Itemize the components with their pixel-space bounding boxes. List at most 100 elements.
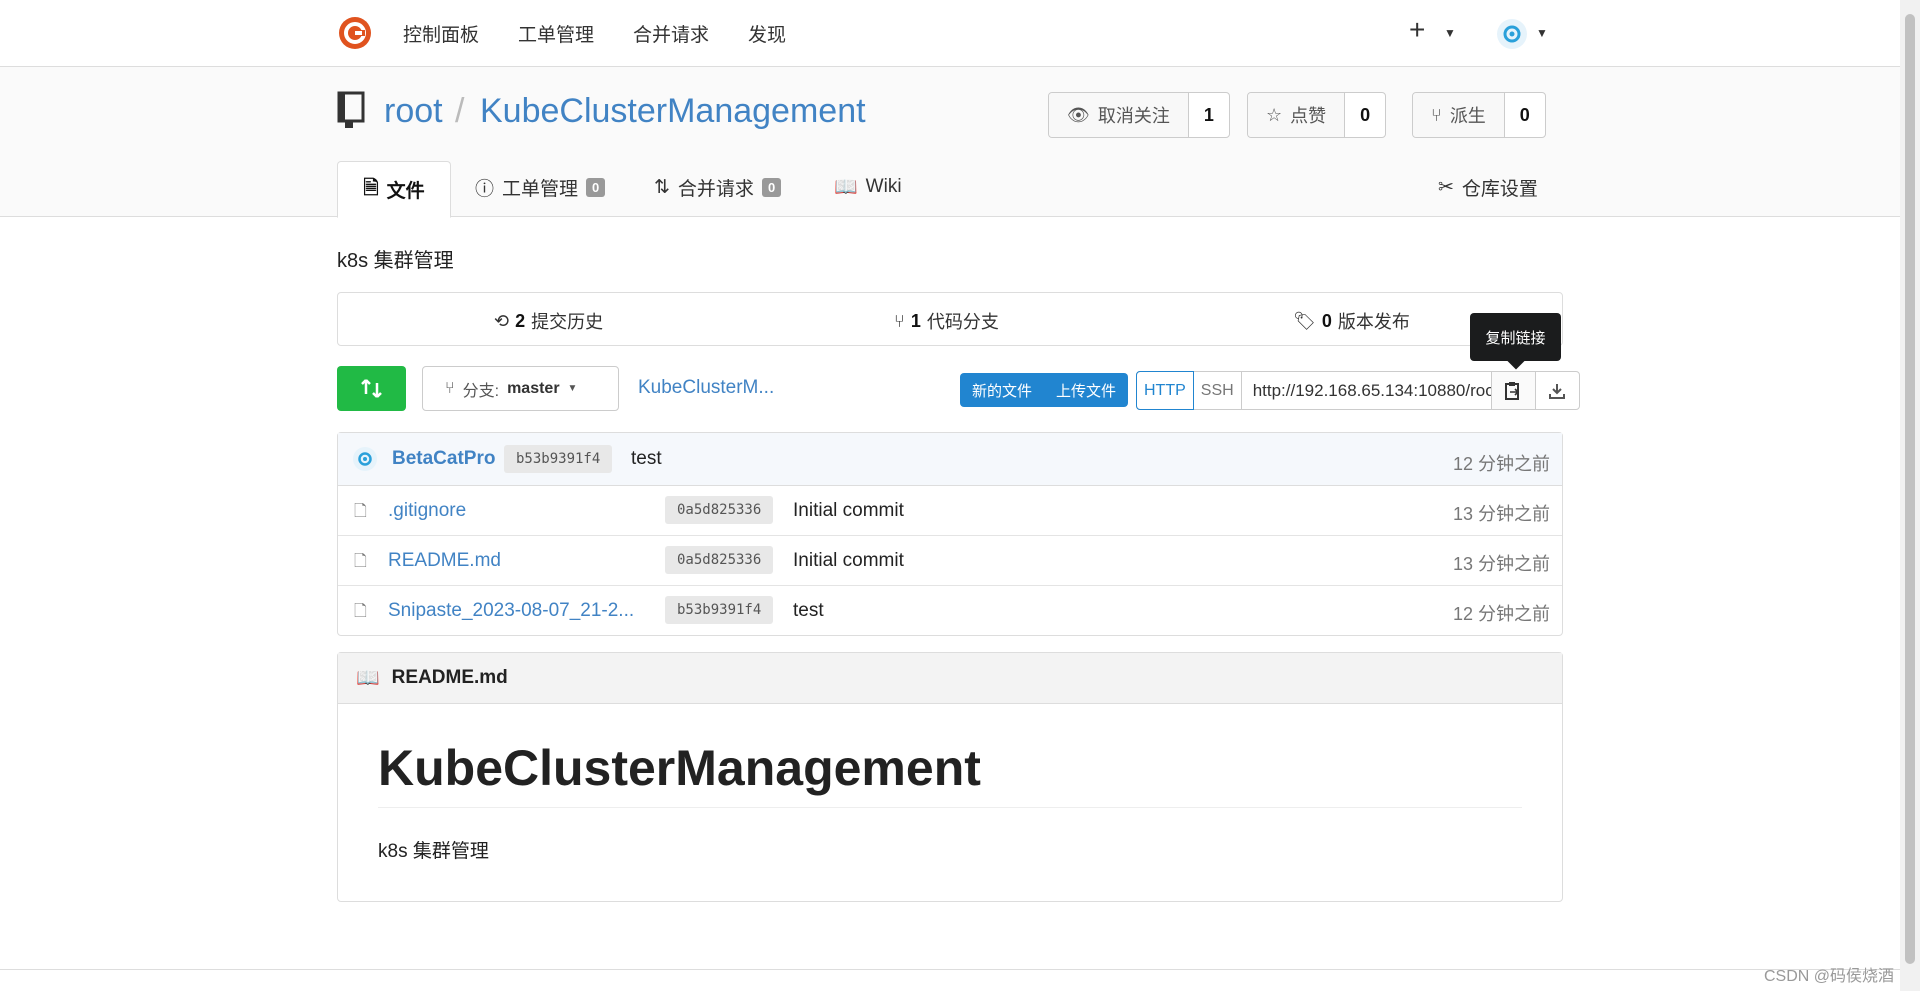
commit-sha-link[interactable]: b53b9391f4 [504,445,613,473]
gitea-logo-icon[interactable] [337,15,373,51]
latest-commit-row: BetaCatPro b53b9391f4 test 12 分钟之前 [338,433,1562,486]
history-icon: ⟲ [494,310,510,331]
branches-label: 代码分支 [926,312,999,332]
commit-message[interactable]: test [631,448,662,470]
top-navbar: 控制面板 工单管理 合并请求 发现 + ▼ ▼ [0,0,1900,67]
tab-pulls[interactable]: ⇅ 合并请求 0 [654,160,782,214]
download-icon [1549,383,1566,399]
nav-explore[interactable]: 发现 [748,20,786,47]
unwatch-button[interactable]: 👁 取消关注 [1049,93,1189,137]
file-text-icon: 🗋 [354,603,367,620]
tab-settings[interactable]: ✂ 仓库设置 [1438,160,1538,214]
user-avatar[interactable] [1497,19,1527,49]
star-icon: ☆ [1266,104,1283,125]
nav-issues[interactable]: 工单管理 [518,20,594,47]
page-footer [0,969,1900,992]
git-pull-request-icon: ⇅ [654,176,670,198]
releases-stat-link[interactable]: 🏷 0 版本发布 [1293,308,1410,334]
readme-heading: KubeClusterManagement [378,739,1522,808]
commits-label: 提交历史 [531,312,604,332]
star-label: 点赞 [1290,106,1327,126]
fork-count[interactable]: 0 [1505,93,1545,137]
issues-count-badge: 0 [586,177,606,197]
copy-link-button[interactable] [1491,372,1536,409]
git-branch-icon: ⑂ [894,310,905,331]
clone-http-button[interactable]: HTTP [1136,371,1194,410]
tag-icon: 🏷 [1293,310,1316,331]
file-commit-message[interactable]: Initial commit [793,550,904,572]
download-button[interactable] [1536,372,1579,409]
clone-panel: HTTP SSH http://192.168.65.134:10880/roo… [1136,371,1580,410]
file-name-link[interactable]: .gitignore [388,500,466,522]
copy-link-tooltip: 复制链接 [1470,313,1561,361]
book-icon: 📖 [834,177,858,198]
file-commit-sha-link[interactable]: 0a5d825336 [665,546,774,574]
star-button[interactable]: ☆ 点赞 [1248,93,1346,137]
repo-header [0,67,1900,217]
watch-count[interactable]: 1 [1189,93,1229,137]
file-commit-age: 12 分钟之前 [1452,604,1550,624]
commit-author-link[interactable]: BetaCatPro [392,448,495,470]
branches-stat-link[interactable]: ⑂ 1 代码分支 [894,308,999,334]
git-branch-icon: ⑂ [445,379,455,397]
repo-name-link[interactable]: KubeClusterManagement [480,92,866,131]
table-row: 🗋 .gitignore 0a5d825336 Initial commit 1… [338,486,1562,536]
fork-button[interactable]: ⑂ 派生 [1413,93,1505,137]
branches-count: 1 [910,310,921,331]
copy-icon [1505,381,1520,400]
fork-button-group: ⑂ 派生 0 [1412,92,1546,138]
readme-filename: README.md [391,667,508,688]
compare-button[interactable] [337,366,406,411]
page-scrollbar[interactable] [1900,0,1920,991]
tab-issues[interactable]: ⓘ 工单管理 0 [475,160,606,214]
tab-files[interactable]: 🗎 文件 [337,161,451,218]
repo-stats-bar: ⟲ 2 提交历史 ⑂ 1 代码分支 🏷 0 版本发布 [337,292,1563,346]
watch-button-group: 👁 取消关注 1 [1048,92,1230,138]
create-new-icon[interactable]: + [1409,14,1425,46]
releases-label: 版本发布 [1337,312,1410,332]
tools-icon: ✂ [1438,176,1454,198]
clone-url-input[interactable]: http://192.168.65.134:10880/root/KubeClu… [1242,372,1492,409]
star-count[interactable]: 0 [1345,93,1385,137]
table-row: 🗋 Snipaste_2023-08-07_21-2... b53b9391f4… [338,586,1562,635]
file-commit-sha-link[interactable]: 0a5d825336 [665,496,774,524]
scrollbar-thumb[interactable] [1905,14,1915,964]
tab-wiki[interactable]: 📖 Wiki [834,160,902,214]
commits-count: 2 [515,310,526,331]
new-file-button[interactable]: 新的文件 [960,373,1044,407]
commit-age: 12 分钟之前 [1452,454,1550,474]
repo-description: k8s 集群管理 [337,250,454,272]
file-name-link[interactable]: Snipaste_2023-08-07_21-2... [388,600,634,622]
readme-panel: 📖 README.md KubeClusterManagement k8s 集群… [337,652,1563,902]
book-icon: 📖 [356,668,380,689]
file-text-icon: 🗋 [354,553,367,570]
file-actions-group: 新的文件 上传文件 [960,373,1129,407]
file-commit-message[interactable]: Initial commit [793,500,904,522]
breadcrumb-repo-link[interactable]: KubeClusterM... [638,377,774,399]
fork-label: 派生 [1449,106,1486,126]
branch-prefix-label: 分支: [462,382,500,400]
file-commit-sha-link[interactable]: b53b9391f4 [665,596,774,624]
eye-icon: 👁 [1067,104,1090,125]
compare-arrows-icon [361,379,382,398]
repo-book-icon [337,91,365,128]
upload-file-button[interactable]: 上传文件 [1044,373,1128,407]
author-avatar[interactable] [352,446,378,472]
nav-pulls[interactable]: 合并请求 [633,20,709,47]
repo-owner-link[interactable]: root [384,92,443,131]
tab-issues-label: 工单管理 [502,178,579,200]
commits-stat-link[interactable]: ⟲ 2 提交历史 [494,308,603,334]
file-text-icon: 🗋 [354,503,367,520]
file-name-link[interactable]: README.md [388,550,501,572]
file-commit-message[interactable]: test [793,600,824,622]
table-row: 🗋 README.md 0a5d825336 Initial commit 13… [338,536,1562,586]
clone-ssh-button[interactable]: SSH [1194,372,1242,409]
nav-dashboard[interactable]: 控制面板 [403,20,479,47]
branch-selector[interactable]: ⑂ 分支: master ▼ [422,366,619,411]
repo-path-separator: / [455,92,465,130]
readme-header: 📖 README.md [338,653,1562,704]
user-dropdown-caret-icon[interactable]: ▼ [1536,26,1548,40]
create-dropdown-caret-icon[interactable]: ▼ [1444,26,1456,40]
issue-opened-icon: ⓘ [475,178,495,200]
tab-wiki-label: Wiki [865,176,902,197]
